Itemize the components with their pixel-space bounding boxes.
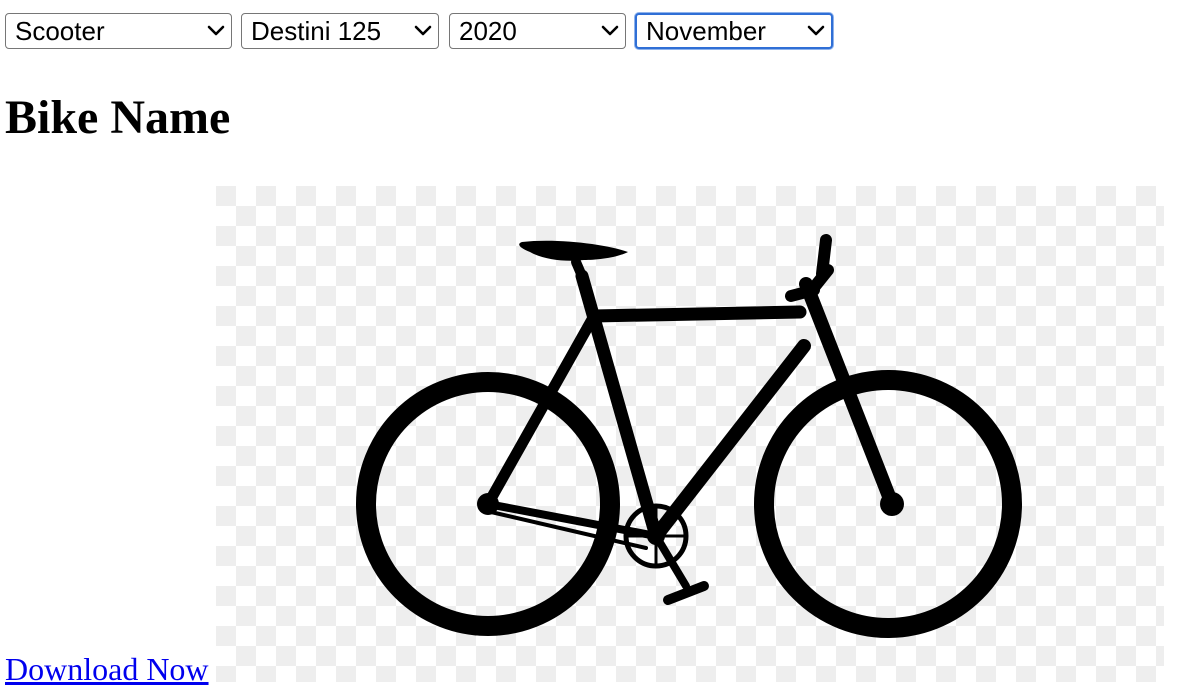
year-select[interactable]: 2020 bbox=[449, 13, 626, 49]
bicycle-icon bbox=[216, 186, 1164, 682]
year-value: 2020 bbox=[459, 15, 517, 46]
chevron-down-icon bbox=[408, 14, 438, 48]
page-title: Bike Name bbox=[5, 91, 231, 144]
chevron-down-icon bbox=[801, 15, 831, 47]
model-value: Destini 125 bbox=[251, 15, 382, 46]
month-select[interactable]: November bbox=[635, 13, 833, 49]
download-now-link[interactable]: Download Now bbox=[5, 650, 209, 688]
chevron-down-icon bbox=[595, 14, 625, 48]
vehicle-type-value: Scooter bbox=[15, 15, 105, 46]
month-value: November bbox=[646, 15, 766, 46]
chevron-down-icon bbox=[201, 14, 231, 48]
vehicle-type-select[interactable]: Scooter bbox=[5, 13, 232, 49]
model-select[interactable]: Destini 125 bbox=[241, 13, 439, 49]
bike-image bbox=[216, 186, 1164, 682]
